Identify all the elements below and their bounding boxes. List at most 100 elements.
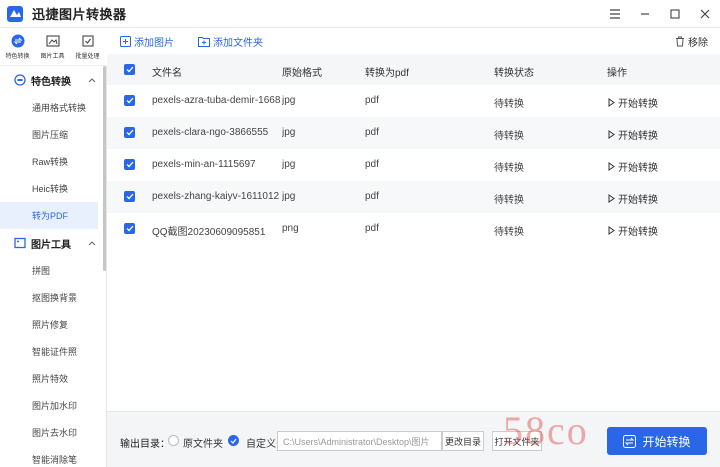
sidebar-item-id-photo[interactable]: 智能证件照: [0, 338, 106, 365]
convert-status: 待转换: [494, 99, 524, 110]
file-table: pexels-azra-tuba-demir-1668... jpg pdf 待…: [107, 85, 720, 245]
row-start-button[interactable]: 开始转换: [608, 223, 658, 238]
check-icon: [126, 66, 133, 73]
sidebar-item-add-watermark[interactable]: 图片加水印: [0, 392, 106, 419]
sidebar-group-special[interactable]: 特色转换: [0, 66, 106, 94]
output-bar: 输出目录： 原文件夹 自定义 更改目录 打开文件夹 开始转换: [107, 411, 720, 467]
check-icon: [126, 225, 133, 232]
file-format: jpg: [282, 159, 296, 170]
change-dir-button[interactable]: 更改目录: [442, 431, 484, 451]
col-header-name: 文件名: [152, 68, 182, 79]
file-format: jpg: [282, 191, 296, 202]
table-row: pexels-min-an-1115697 jpg pdf 待转换 开始转换: [107, 149, 720, 181]
table-header: 文件名 原始格式 转换为pdf 转换状态 操作: [107, 54, 720, 85]
maximize-button[interactable]: [660, 0, 690, 28]
sidebar-item-general-convert[interactable]: 通用格式转换: [0, 94, 106, 121]
row-start-button[interactable]: 开始转换: [608, 127, 658, 142]
app-logo-icon: [6, 5, 24, 23]
tools-group-icon: [14, 237, 26, 249]
check-icon: [126, 161, 133, 168]
menu-icon[interactable]: [600, 0, 630, 28]
col-header-format: 原始格式: [282, 68, 322, 79]
clear-list-button[interactable]: 移除: [675, 34, 708, 49]
sidebar-group-tools[interactable]: 图片工具: [0, 229, 106, 257]
sidebar-item-heic[interactable]: Heic转换: [0, 175, 106, 202]
sidebar-item-photo-effects[interactable]: 照片特效: [0, 365, 106, 392]
target-format: pdf: [365, 159, 379, 170]
batch-process-icon: [81, 34, 95, 48]
sidebar-item-photo-repair[interactable]: 照片修复: [0, 311, 106, 338]
check-icon: [230, 438, 237, 444]
play-icon: [608, 226, 615, 235]
start-convert-button[interactable]: 开始转换: [607, 427, 707, 455]
row-checkbox[interactable]: [124, 223, 135, 234]
table-row: QQ截图20230609095851 png pdf 待转换 开始转换: [107, 213, 720, 245]
col-header-status: 转换状态: [494, 68, 534, 79]
sidebar-item-raw[interactable]: Raw转换: [0, 148, 106, 175]
nav-special-convert[interactable]: 特色转换: [0, 28, 35, 65]
file-name: pexels-azra-tuba-demir-1668...: [152, 95, 280, 106]
title-bar: 迅捷图片转换器: [0, 0, 720, 28]
convert-status: 待转换: [494, 131, 524, 142]
file-format: jpg: [282, 127, 296, 138]
sidebar-item-remove-watermark[interactable]: 图片去水印: [0, 419, 106, 446]
chevron-up-icon: [88, 75, 96, 86]
close-button[interactable]: [690, 0, 720, 28]
convert-group-icon: [14, 74, 26, 86]
file-name: pexels-zhang-kaiyv-16110121: [152, 191, 280, 202]
output-path-input[interactable]: [277, 431, 442, 451]
sidebar-item-to-pdf[interactable]: 转为PDF: [0, 202, 98, 229]
minimize-button[interactable]: [630, 0, 660, 28]
add-folder-icon: [198, 37, 210, 47]
row-checkbox[interactable]: [124, 95, 135, 106]
toolbar: 添加图片 添加文件夹 移除: [107, 28, 720, 54]
play-icon: [608, 162, 615, 171]
sidebar-item-collage[interactable]: 拼图: [0, 257, 106, 284]
add-folder-button[interactable]: 添加文件夹: [198, 34, 263, 49]
sidebar-item-cutout[interactable]: 抠图换背景: [0, 284, 106, 311]
file-format: png: [282, 223, 299, 234]
row-checkbox[interactable]: [124, 159, 135, 170]
special-convert-icon: [11, 34, 25, 48]
open-folder-button[interactable]: 打开文件夹: [492, 431, 542, 451]
check-icon: [126, 193, 133, 200]
target-format: pdf: [365, 191, 379, 202]
add-image-icon: [120, 36, 131, 47]
play-icon: [608, 130, 615, 139]
trash-icon: [676, 36, 684, 47]
row-start-button[interactable]: 开始转换: [608, 191, 658, 206]
app-title: 迅捷图片转换器: [32, 7, 127, 22]
col-header-action: 操作: [607, 68, 627, 79]
file-name: pexels-min-an-1115697: [152, 159, 256, 170]
check-icon: [126, 97, 133, 104]
row-start-button[interactable]: 开始转换: [608, 95, 658, 110]
radio-source-folder[interactable]: [168, 435, 179, 446]
select-all-checkbox[interactable]: [124, 64, 135, 75]
top-nav: 特色转换 图片工具 批量处理: [0, 28, 107, 66]
radio-custom-folder[interactable]: [228, 435, 239, 446]
row-checkbox[interactable]: [124, 127, 135, 138]
row-start-button[interactable]: 开始转换: [608, 159, 658, 174]
target-format: pdf: [365, 95, 379, 106]
convert-status: 待转换: [494, 227, 524, 238]
table-row: pexels-zhang-kaiyv-16110121 jpg pdf 待转换 …: [107, 181, 720, 213]
file-name: pexels-clara-ngo-3866555: [152, 127, 269, 138]
table-row: pexels-azra-tuba-demir-1668... jpg pdf 待…: [107, 85, 720, 117]
sidebar-item-eraser[interactable]: 智能消除笔: [0, 446, 106, 467]
convert-status: 待转换: [494, 195, 524, 206]
radio-custom-label: 自定义: [246, 439, 276, 450]
sidebar-item-compress[interactable]: 图片压缩: [0, 121, 106, 148]
file-name: QQ截图20230609095851: [152, 227, 266, 238]
play-icon: [608, 194, 615, 203]
row-checkbox[interactable]: [124, 191, 135, 202]
sidebar-scrollbar[interactable]: [103, 66, 106, 271]
convert-icon: [623, 434, 637, 448]
nav-image-tools[interactable]: 图片工具: [35, 28, 70, 65]
chevron-up-icon: [88, 238, 96, 249]
sidebar: 特色转换 通用格式转换 图片压缩 Raw转换 Heic转换 转为PDF 图片工具…: [0, 66, 107, 467]
table-row: pexels-clara-ngo-3866555 jpg pdf 待转换 开始转…: [107, 117, 720, 149]
convert-status: 待转换: [494, 163, 524, 174]
target-format: pdf: [365, 223, 379, 234]
add-image-button[interactable]: 添加图片: [120, 34, 174, 49]
nav-batch-process[interactable]: 批量处理: [70, 28, 105, 65]
